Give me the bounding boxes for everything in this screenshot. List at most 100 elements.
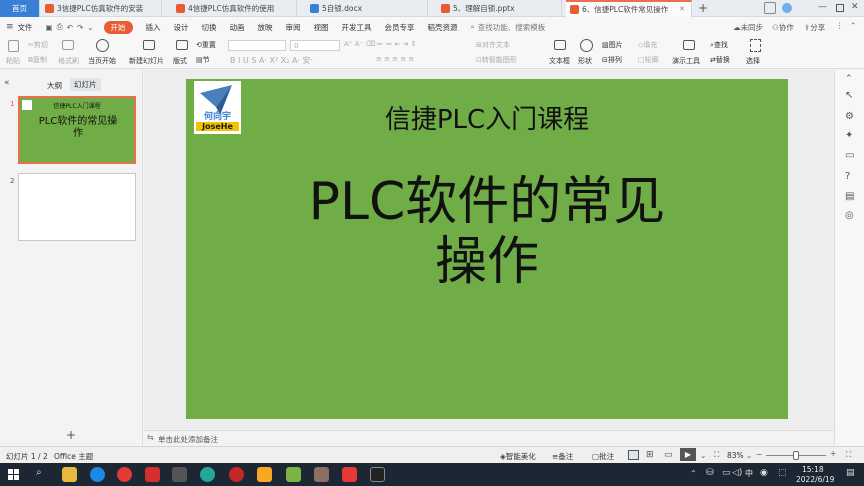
notes-toggle[interactable]: ≡备注 [552, 451, 573, 462]
comments-toggle[interactable]: ▢批注 [592, 451, 614, 462]
app-icon[interactable] [200, 467, 215, 482]
location-icon[interactable]: ◎ [845, 210, 854, 221]
fullscreen-icon[interactable]: ⛶ [846, 450, 851, 460]
text-format-group[interactable]: B I U S A· X² X₂ A· 安· [230, 55, 313, 66]
textbox-icon[interactable] [554, 40, 566, 50]
collapse-panel-icon[interactable]: « [4, 78, 10, 88]
select-icon[interactable] [750, 39, 761, 52]
search-icon[interactable]: ⌕ [36, 467, 42, 478]
chevron-down-icon[interactable]: ⌄ [700, 451, 706, 460]
font-name-select[interactable] [228, 40, 286, 51]
collab-button[interactable]: ⚇协作 [772, 22, 794, 33]
clock-date[interactable]: 2022/6/19 [796, 475, 834, 484]
app-icon[interactable] [172, 467, 187, 482]
outline-button[interactable]: □轮廓 [638, 55, 659, 65]
shape-button[interactable]: 形状 [578, 56, 592, 66]
chevron-up-icon[interactable]: ⌃ [850, 21, 856, 30]
align-text-button[interactable]: ⊞对齐文本 [476, 40, 510, 50]
document-icon[interactable]: ▤ [845, 191, 854, 202]
pin-icon[interactable]: ✦ [845, 130, 853, 141]
capcut-icon[interactable] [370, 467, 385, 482]
tab-doc-5b[interactable]: 5、理解自锁.pptx [437, 0, 562, 17]
presenter-tools-button[interactable]: 演示工具 [672, 56, 700, 66]
add-slide-button[interactable]: + [66, 428, 76, 442]
fill-button[interactable]: ◇填充 [638, 40, 657, 50]
slide-thumbnail-2[interactable] [18, 173, 136, 241]
shape-icon[interactable] [580, 39, 593, 52]
menu-file[interactable]: 文件 [18, 22, 33, 33]
search-input[interactable]: 查找功能、搜索模板 [478, 22, 546, 33]
chevron-down-icon[interactable]: ⌄ [87, 23, 93, 32]
windows-start-icon[interactable] [8, 469, 19, 480]
chevron-up-icon[interactable]: ⌃ [845, 74, 853, 84]
select-button[interactable]: 选择 [746, 56, 760, 66]
tab-doc-6[interactable]: 6、信捷PLC软件常见操作 ✕ [566, 0, 692, 17]
smartart-button[interactable]: ⊡转智能图形 [476, 55, 517, 65]
tab-doc-5[interactable]: 5自锁.docx [306, 0, 428, 17]
menu-animation[interactable]: 动画 [230, 22, 245, 33]
tab-home[interactable]: 首页 [0, 0, 40, 17]
app-icon[interactable] [257, 467, 272, 482]
notes-placeholder[interactable]: 单击此处添加备注 [158, 434, 218, 445]
find-button[interactable]: ⌕查找 [710, 40, 728, 50]
play-icon[interactable] [96, 39, 109, 52]
zoom-slider-handle[interactable] [793, 451, 799, 460]
grow-font-icon[interactable]: A⁺ A⁻ ⌫ [344, 40, 375, 48]
window-layout-icon[interactable] [764, 2, 776, 14]
avatar[interactable] [782, 3, 792, 13]
app-icon[interactable] [342, 467, 357, 482]
window-close-icon[interactable]: ✕ [851, 2, 859, 12]
section-button[interactable]: ▤节 [196, 55, 210, 65]
reading-view-icon[interactable]: ▭ [664, 450, 673, 460]
tab-doc-4[interactable]: 4信捷PLC仿真软件的使用 [172, 0, 297, 17]
copy-button[interactable]: ⧉复制 [28, 55, 47, 65]
zoom-slider[interactable] [766, 451, 826, 460]
play-from-current-button[interactable]: 当页开始 [88, 56, 116, 66]
file-explorer-icon[interactable] [62, 467, 77, 482]
app-icon[interactable] [286, 467, 301, 482]
menu-slideshow[interactable]: 放映 [258, 22, 273, 33]
record-icon[interactable] [229, 467, 244, 482]
menu-member[interactable]: 会员专享 [385, 22, 415, 33]
slides-icon[interactable]: ▭ [845, 150, 854, 161]
picture-button[interactable]: ▨图片 [602, 40, 623, 50]
hamburger-icon[interactable]: ≡ [6, 22, 14, 32]
slide-thumbnail-1[interactable]: 信捷PLC入门课程 PLC软件的常见操作 [18, 96, 136, 164]
help-icon[interactable]: ? [845, 171, 850, 182]
minimize-icon[interactable]: — [818, 2, 827, 12]
beautify-button[interactable]: ◈智能美化 [500, 451, 536, 462]
new-tab-icon[interactable]: + [698, 1, 708, 15]
notes-bar[interactable]: ⇆ 单击此处添加备注 [144, 430, 834, 445]
menu-developer[interactable]: 开发工具 [342, 22, 372, 33]
sorter-view-icon[interactable]: ⊞ [646, 450, 654, 460]
volume-icon[interactable]: ◁) [732, 468, 742, 478]
print-icon[interactable]: ⎙ [57, 22, 63, 32]
wps-icon[interactable] [145, 467, 160, 482]
zoom-in-icon[interactable]: + [830, 449, 836, 458]
list-icon[interactable]: ≔ ≔ ⇤ ⇥ ↕ [376, 40, 417, 48]
chevron-down-icon[interactable]: ⌄ [746, 451, 752, 460]
paste-button[interactable]: 粘贴 [6, 56, 20, 66]
play-slideshow-icon[interactable]: ▶ [680, 448, 696, 461]
maximize-icon[interactable] [836, 4, 844, 12]
expand-notes-icon[interactable]: ⇆ [147, 433, 154, 442]
zoom-out-icon[interactable]: − [756, 450, 762, 459]
settings-sliders-icon[interactable]: ⚙ [845, 111, 854, 122]
zoom-level[interactable]: 83% [727, 451, 744, 460]
format-painter-icon[interactable] [62, 40, 74, 50]
redo-icon[interactable]: ↷ [77, 23, 83, 32]
media-player-icon[interactable] [314, 467, 329, 482]
network-icon[interactable]: ▭ [722, 468, 731, 478]
share-button[interactable]: ⇪分享 [804, 22, 825, 33]
normal-view-icon[interactable] [628, 450, 639, 460]
menu-insert[interactable]: 插入 [146, 22, 161, 33]
tab-outline[interactable]: 大纲 [47, 80, 62, 91]
fit-icon[interactable]: ⛶ [714, 450, 719, 460]
undo-icon[interactable]: ↶ [67, 23, 73, 32]
tray-app-icon[interactable]: ⬚ [778, 468, 787, 478]
replace-button[interactable]: ⇄替换 [710, 55, 730, 65]
textbox-button[interactable]: 文本框 [549, 56, 570, 66]
menu-home[interactable]: 开始 [103, 20, 133, 34]
paste-icon[interactable] [8, 40, 19, 52]
layout-button[interactable]: 版式 [173, 56, 187, 66]
